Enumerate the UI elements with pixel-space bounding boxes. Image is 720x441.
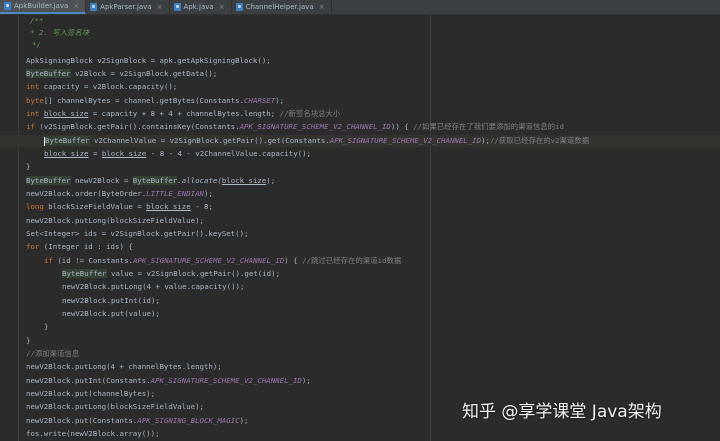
code-line: */ <box>32 40 41 49</box>
tab-channelhelper[interactable]: ChannelHelper.java × <box>232 0 332 14</box>
right-margin-guide <box>430 15 431 441</box>
close-icon[interactable]: × <box>157 3 163 11</box>
code-line: newV2Block.putLong(blockSizeFieldValue); <box>26 216 204 225</box>
code-line: /** <box>30 16 44 25</box>
code-editor[interactable]: /** * 2. 写入签名块 */ ApkSigningBlock v2Sign… <box>0 15 720 441</box>
code-line: newV2Block.putInt(id); <box>62 296 160 305</box>
code-line: ByteBuffer value = v2SignBlock.getPair()… <box>62 269 281 278</box>
close-icon[interactable]: × <box>73 2 79 10</box>
code-line: ApkSigningBlock v2SignBlock = apk.getApk… <box>26 56 271 65</box>
gutter-divider <box>18 15 19 441</box>
code-line: newV2Block.putLong(4 + channelBytes.leng… <box>26 362 222 371</box>
code-line: newV2Block.putLong(blockSizeFieldValue); <box>26 402 204 411</box>
code-line: block_size = block_size - 8 - 4 - v2Chan… <box>44 149 311 158</box>
tab-label: ChannelHelper.java <box>245 3 314 11</box>
java-file-icon <box>235 3 243 11</box>
java-file-icon <box>173 3 181 11</box>
tab-label: ApkParser.java <box>100 3 152 11</box>
code-line: byte[] channelBytes = channel.getBytes(C… <box>26 96 285 105</box>
code-line: ByteBuffer v2Block = v2SignBlock.getData… <box>26 69 218 78</box>
code-line: } <box>26 336 31 345</box>
code-line: newV2Block.order(ByteOrder.LITTLE_ENDIAN… <box>26 189 213 198</box>
code-line: if (id != Constants.APK_SIGNATURE_SCHEME… <box>44 256 402 265</box>
tab-label: ApkBuilder.java <box>14 2 69 10</box>
code-line: newV2Block.put(Constants.APK_SIGNING_BLO… <box>26 416 249 425</box>
close-icon[interactable]: × <box>219 3 225 11</box>
code-line: ByteBuffer newV2Block = ByteBuffer.alloc… <box>26 176 276 185</box>
code-line: int block_size = capacity + 8 + 4 + chan… <box>26 109 341 118</box>
tab-apk[interactable]: Apk.java × <box>170 0 232 14</box>
java-file-icon <box>4 2 11 10</box>
code-line: int capacity = v2Block.capacity(); <box>26 82 178 91</box>
code-line: Set<Integer> ids = v2SignBlock.getPair()… <box>26 229 249 238</box>
watermark: 知乎 @享学课堂 Java架构 <box>462 402 662 422</box>
code-line: long blockSizeFieldValue = block_size - … <box>26 202 213 211</box>
code-line: if (v2SignBlock.getPair().containsKey(Co… <box>26 122 564 131</box>
code-line: newV2Block.putInt(Constants.APK_SIGNATUR… <box>26 376 311 385</box>
code-line: newV2Block.putLong(4 + value.capacity())… <box>62 282 245 291</box>
code-line: //添加渠道信息 <box>26 349 80 358</box>
code-line: for (Integer id : ids) { <box>26 242 133 251</box>
java-file-icon <box>90 3 98 11</box>
code-line: } <box>44 322 49 331</box>
code-line: newV2Block.put(channelBytes); <box>26 389 156 398</box>
code-line: newV2Block.put(value); <box>62 309 160 318</box>
code-line: } <box>26 162 31 171</box>
code-line: ByteBuffer v2ChannelValue = v2SignBlock.… <box>44 136 590 146</box>
tab-apkparser[interactable]: ApkParser.java × <box>86 0 170 14</box>
close-icon[interactable]: × <box>319 3 325 11</box>
code-line: fos.write(newV2Block.array()); <box>26 429 160 438</box>
tab-label: Apk.java <box>183 3 214 11</box>
code-line: * 2. 写入签名块 <box>30 28 90 37</box>
tab-apkbuilder[interactable]: ApkBuilder.java × <box>0 0 87 14</box>
editor-tab-bar: ApkBuilder.java × ApkParser.java × Apk.j… <box>0 0 720 15</box>
